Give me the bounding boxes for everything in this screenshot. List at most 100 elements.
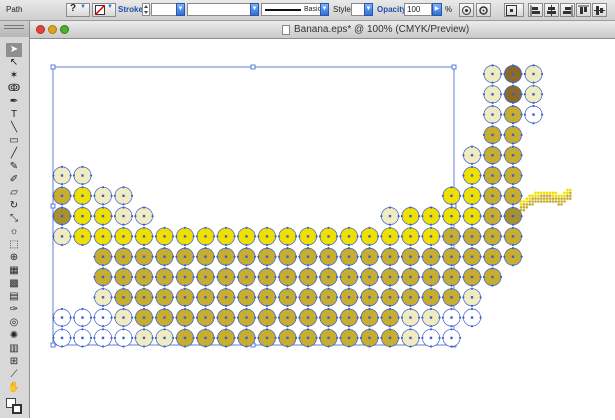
anchor-center-point xyxy=(183,255,187,258)
anchor-point xyxy=(274,316,277,319)
anchor-point xyxy=(511,206,515,209)
lasso-tool-icon[interactable]: ↂ xyxy=(6,82,22,96)
close-window-button[interactable] xyxy=(36,25,45,34)
thumbnail-dot xyxy=(551,191,555,195)
minimize-window-button[interactable] xyxy=(48,25,57,34)
rotate-tool-icon[interactable]: ↻ xyxy=(6,199,22,213)
column-graph-tool-icon[interactable]: ▥ xyxy=(6,342,22,356)
anchor-point xyxy=(511,125,515,128)
anchor-point xyxy=(93,275,96,279)
stroke-swatch[interactable] xyxy=(12,404,22,414)
anchor-point xyxy=(233,296,236,299)
anchor-point xyxy=(500,93,503,96)
pen-tool-icon[interactable]: ✒ xyxy=(6,95,22,109)
direct-selection-tool-icon[interactable]: ↖ xyxy=(6,56,22,70)
graphic-style-swatch[interactable] xyxy=(351,3,365,16)
anchor-point xyxy=(233,336,236,339)
paintbrush-tool-icon[interactable]: ╱ xyxy=(6,147,22,161)
perspective-grid-tool-icon[interactable]: ▦ xyxy=(6,264,22,278)
anchor-center-point xyxy=(245,235,248,238)
thumbnail-dot xyxy=(554,197,558,200)
brush-definition-select[interactable]: Basic xyxy=(261,3,321,16)
scale-tool-icon[interactable]: ⤡ xyxy=(6,212,22,226)
anchor-point xyxy=(380,336,383,339)
rectangle-tool-icon[interactable]: ▭ xyxy=(6,134,22,148)
bounding-box-handle[interactable] xyxy=(451,64,457,70)
free-transform-tool-icon[interactable]: ⬚ xyxy=(6,238,22,252)
anchor-center-point xyxy=(470,154,474,157)
bounding-box-handle[interactable] xyxy=(250,64,256,70)
selection-tool-icon[interactable]: ➤ xyxy=(6,43,22,57)
anchor-point xyxy=(236,296,239,299)
stroke-weight-input[interactable] xyxy=(151,3,177,16)
artboard-canvas[interactable] xyxy=(31,39,615,418)
shape-builder-tool-icon[interactable]: ⊕ xyxy=(6,251,22,265)
variable-width-dropdown[interactable]: ▼ xyxy=(250,3,259,16)
artwork-svg[interactable] xyxy=(31,39,615,418)
anchor-center-point xyxy=(327,316,330,319)
align-left-button[interactable] xyxy=(528,3,543,17)
anchor-point xyxy=(368,304,371,307)
stroke-color-button[interactable]: ▼ xyxy=(92,3,116,17)
variable-width-profile[interactable] xyxy=(187,3,251,16)
pencil-tool-icon[interactable]: ✎ xyxy=(6,160,22,174)
isolate-object-button[interactable] xyxy=(476,3,491,17)
anchor-point xyxy=(491,162,494,165)
anchor-point xyxy=(356,235,359,238)
anchor-center-point xyxy=(183,316,187,319)
reference-point-button[interactable] xyxy=(504,3,524,17)
type-tool-icon[interactable]: T xyxy=(6,108,22,122)
eyedropper-tool-icon[interactable]: ✑ xyxy=(6,303,22,317)
gradient-tool-icon[interactable]: ▤ xyxy=(6,290,22,304)
graphic-style-dropdown[interactable]: ▼ xyxy=(364,3,373,16)
anchor-point xyxy=(347,243,351,247)
anchor-point xyxy=(122,287,125,290)
stroke-weight-stepper[interactable] xyxy=(142,3,150,16)
anchor-point xyxy=(541,113,544,116)
line-segment-tool-icon[interactable]: ╲ xyxy=(6,121,22,135)
align-center-button[interactable] xyxy=(544,3,559,17)
warp-tool-icon[interactable]: ☼ xyxy=(6,225,22,239)
anchor-point xyxy=(90,215,93,218)
brush-definition-dropdown[interactable]: ▼ xyxy=(320,3,329,16)
anchor-point xyxy=(491,122,494,125)
bounding-box-handle[interactable] xyxy=(50,203,56,209)
blend-tool-icon[interactable]: ◎ xyxy=(6,316,22,330)
anchor-point xyxy=(318,316,321,319)
align-right-button[interactable] xyxy=(560,3,575,17)
mesh-tool-icon[interactable]: ▩ xyxy=(6,277,22,291)
anchor-point xyxy=(450,247,453,250)
anchor-center-point xyxy=(101,235,105,238)
anchor-center-point xyxy=(306,235,310,238)
recolor-artwork-button[interactable] xyxy=(459,3,474,17)
zoom-window-button[interactable] xyxy=(60,25,69,34)
stroke-weight-dropdown[interactable]: ▼ xyxy=(176,3,185,16)
tools-panel-header[interactable] xyxy=(0,21,29,37)
hand-tool-icon[interactable]: ✋ xyxy=(6,381,22,395)
align-middle-button[interactable] xyxy=(592,3,607,17)
symbol-sprayer-tool-icon[interactable]: ✺ xyxy=(6,329,22,343)
opacity-input[interactable]: 100 xyxy=(404,3,432,16)
anchor-center-point xyxy=(224,235,228,238)
anchor-point xyxy=(491,125,494,128)
anchor-point xyxy=(377,275,380,279)
blob-brush-tool-icon[interactable]: ✐ xyxy=(6,173,22,187)
artboard-tool-icon[interactable]: ⊞ xyxy=(6,355,22,369)
anchor-point xyxy=(306,307,310,311)
anchor-point xyxy=(131,235,134,238)
bounding-box-handle[interactable] xyxy=(50,64,56,70)
anchor-point xyxy=(265,264,269,267)
anchor-point xyxy=(359,336,362,339)
bounding-box-handle[interactable] xyxy=(50,342,56,348)
eraser-tool-icon[interactable]: ▱ xyxy=(6,186,22,200)
align-top-button[interactable] xyxy=(576,3,591,17)
anchor-point xyxy=(359,255,362,258)
fill-color-button[interactable]: ? ▼ xyxy=(66,3,90,17)
anchor-point xyxy=(388,223,392,226)
magic-wand-tool-icon[interactable]: ✶ xyxy=(6,69,22,83)
anchor-point xyxy=(81,328,84,331)
slice-tool-icon[interactable]: ⟋ xyxy=(6,368,22,382)
anchor-center-point xyxy=(491,72,494,76)
anchor-point xyxy=(192,316,195,319)
opacity-slider-button[interactable]: ▶ xyxy=(432,3,442,16)
